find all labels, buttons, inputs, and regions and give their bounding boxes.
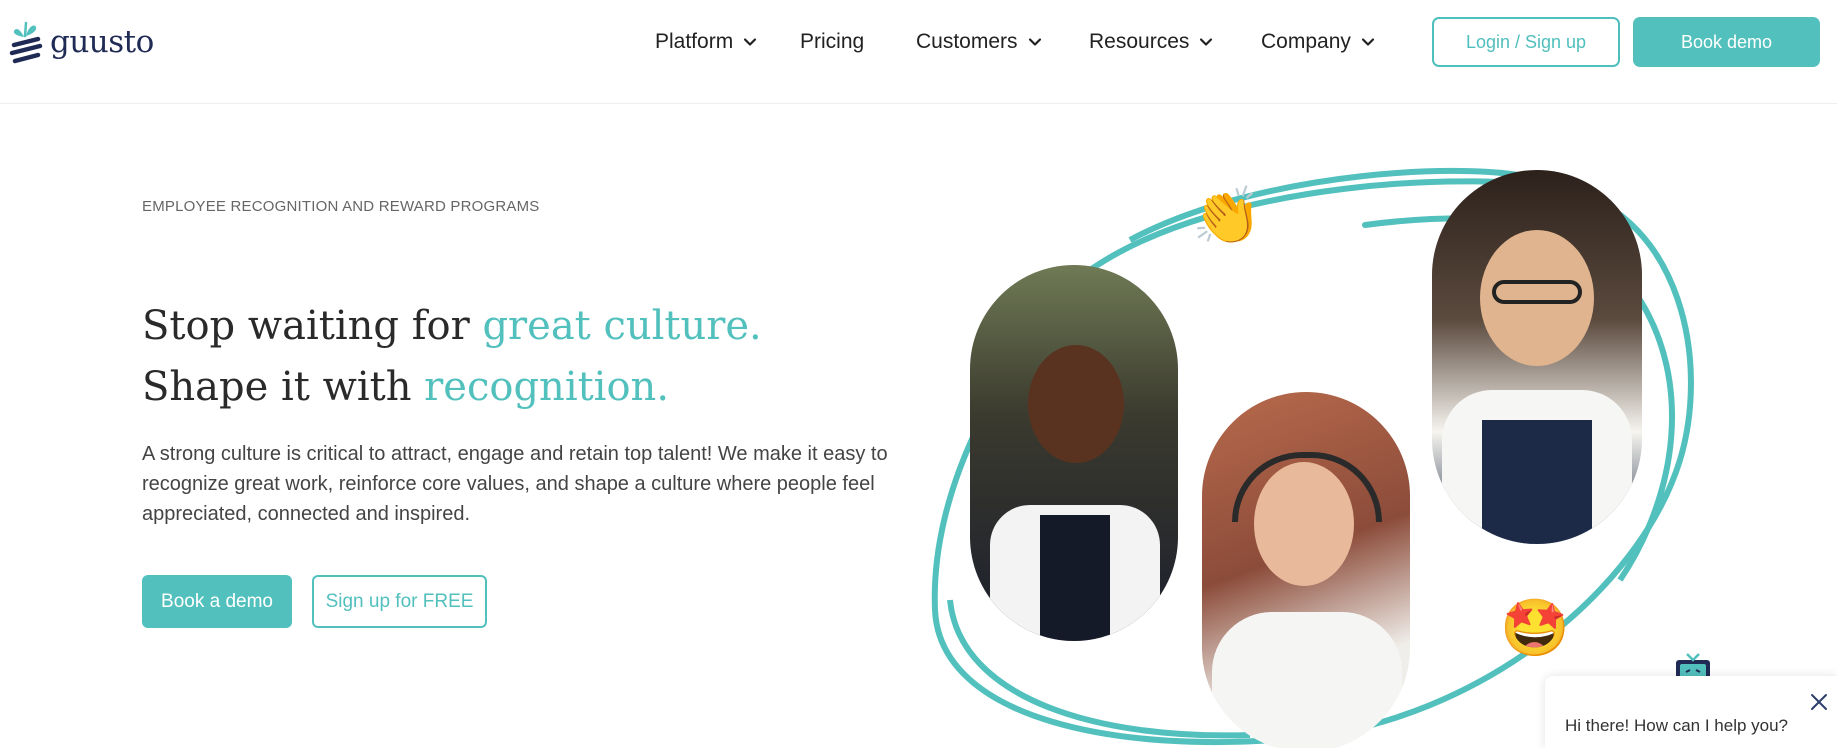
headset-shape <box>1232 452 1382 522</box>
portrait-support-agent <box>1202 392 1410 748</box>
headline-line-1-accent: great culture. <box>482 303 762 349</box>
blouse-shape <box>1212 612 1402 748</box>
login-signup-button[interactable]: Login / Sign up <box>1432 17 1620 67</box>
site-header: guusto Platform Pricing Customers Resour… <box>0 0 1837 104</box>
portrait-senior-worker <box>1432 170 1642 544</box>
nav-platform-label: Platform <box>655 30 734 53</box>
nav-resources-label: Resources <box>1089 30 1190 53</box>
nav-platform[interactable]: Platform <box>655 27 757 57</box>
hero-lead-paragraph: A strong culture is critical to attract,… <box>142 443 888 525</box>
chevron-down-icon <box>743 35 757 49</box>
headline-line-2-accent: recognition. <box>424 364 670 410</box>
headline-line-2-plain: Shape it with <box>142 364 425 410</box>
chevron-down-icon <box>1361 35 1375 49</box>
face-shape <box>1028 345 1124 463</box>
book-a-demo-button[interactable]: Book a demo <box>142 575 292 628</box>
portrait-doctor <box>970 265 1178 641</box>
hero-illustration: 👏 🤩 <box>920 160 1710 748</box>
book-demo-button[interactable]: Book demo <box>1633 17 1820 67</box>
nav-pricing-label: Pricing <box>800 30 865 53</box>
nav-company-label: Company <box>1261 30 1351 53</box>
apron-shape <box>1482 420 1592 544</box>
shirt-shape <box>1040 515 1110 641</box>
chat-widget[interactable]: Hi there! How can I help you? <box>1545 676 1837 748</box>
chat-greeting: Hi there! How can I help you? <box>1565 716 1789 735</box>
clapping-hands-emoji: 👏 <box>1192 184 1262 247</box>
chevron-down-icon <box>1199 35 1213 49</box>
glasses-shape <box>1492 280 1582 304</box>
star-struck-emoji: 🤩 <box>1500 596 1570 659</box>
sign-up-free-button[interactable]: Sign up for FREE <box>312 575 487 628</box>
logo-wordmark: guusto <box>50 24 154 60</box>
headline-line-1: Stop waiting for great culture. <box>142 296 762 357</box>
nav-customers[interactable]: Customers <box>916 27 1042 57</box>
chevron-down-icon <box>1028 35 1042 49</box>
hero-headline: Stop waiting for great culture. Shape it… <box>142 296 762 418</box>
nav-customers-label: Customers <box>916 30 1018 53</box>
nav-resources[interactable]: Resources <box>1089 27 1213 57</box>
guusto-logo[interactable]: guusto <box>8 18 154 66</box>
hero-eyebrow: EMPLOYEE RECOGNITION AND REWARD PROGRAMS <box>142 198 540 215</box>
logo-gift-icon <box>9 21 43 64</box>
headline-line-1-plain: Stop waiting for <box>142 303 483 349</box>
headline-line-2: Shape it with recognition. <box>142 357 762 418</box>
nav-company[interactable]: Company <box>1261 27 1375 57</box>
nav-pricing[interactable]: Pricing <box>800 27 864 57</box>
close-icon[interactable] <box>1809 692 1829 712</box>
